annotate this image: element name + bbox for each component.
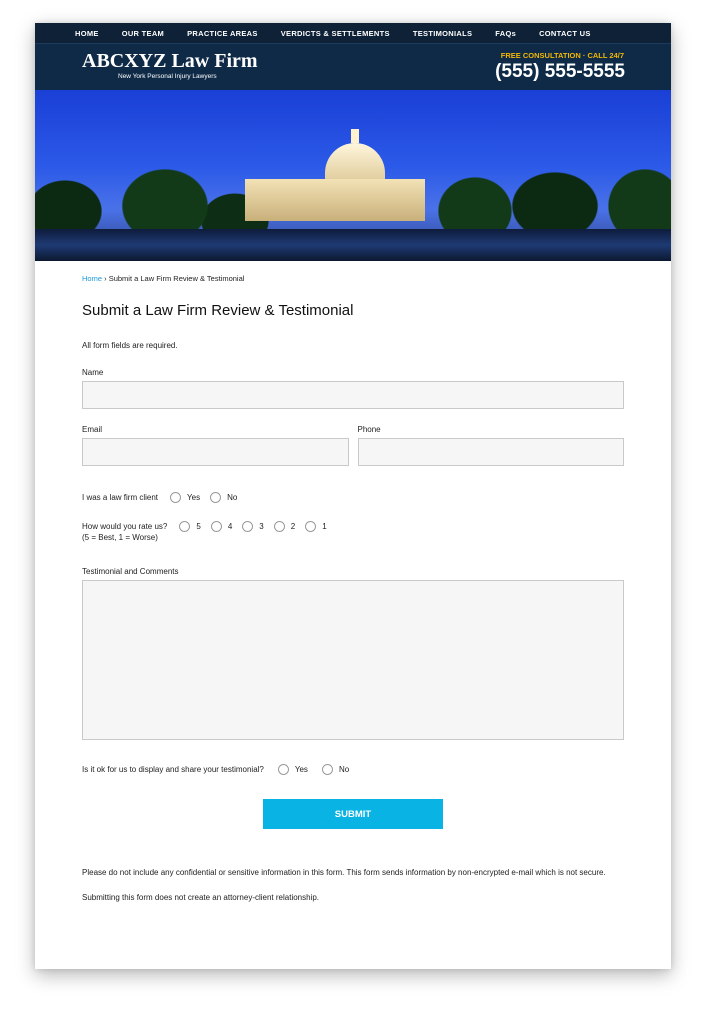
comments-textarea[interactable] bbox=[82, 580, 624, 740]
nav-home[interactable]: HOME bbox=[75, 29, 99, 38]
client-question-group: I was a law firm client Yes No bbox=[82, 492, 624, 503]
client-question-label: I was a law firm client bbox=[82, 493, 159, 502]
radio-icon[interactable] bbox=[305, 521, 317, 532]
share-yes-option[interactable]: Yes bbox=[277, 764, 308, 775]
rating-option-4[interactable]: 4 bbox=[210, 521, 233, 532]
nav-testimonials[interactable]: TESTIMONIALS bbox=[413, 29, 472, 38]
nav-contact-us[interactable]: CONTACT US bbox=[539, 29, 591, 38]
rating-hint: (5 = Best, 1 = Worse) bbox=[82, 533, 158, 542]
breadcrumb-home-link[interactable]: Home bbox=[82, 274, 102, 283]
nav-practice-areas[interactable]: PRACTICE AREAS bbox=[187, 29, 258, 38]
rating-question-group: How would you rate us? (5 = Best, 1 = Wo… bbox=[82, 521, 624, 543]
comments-label: Testimonial and Comments bbox=[82, 567, 179, 576]
share-question-group: Is it ok for us to display and share you… bbox=[82, 764, 624, 775]
nav-faqs[interactable]: FAQs bbox=[495, 29, 516, 38]
hero-capitol-statue bbox=[351, 129, 359, 143]
share-yes-label: Yes bbox=[294, 765, 308, 774]
rating-label-4: 4 bbox=[227, 522, 233, 531]
radio-icon[interactable] bbox=[179, 521, 191, 532]
radio-icon[interactable] bbox=[277, 764, 289, 775]
hero-capitol-dome bbox=[325, 143, 385, 179]
rating-label-5: 5 bbox=[196, 522, 201, 531]
phone-number[interactable]: (555) 555-5555 bbox=[495, 61, 625, 83]
rating-question-label: How would you rate us? bbox=[82, 522, 168, 531]
firm-tagline: New York Personal Injury Lawyers bbox=[118, 73, 217, 80]
rating-option-1[interactable]: 1 bbox=[305, 521, 327, 532]
disclaimer-relationship: Submitting this form does not create an … bbox=[82, 893, 320, 902]
disclaimer-confidential: Please do not include any confidential o… bbox=[82, 868, 606, 877]
required-note: All form fields are required. bbox=[82, 341, 178, 350]
rating-label-3: 3 bbox=[259, 522, 264, 531]
rating-question-text: How would you rate us? (5 = Best, 1 = Wo… bbox=[82, 521, 167, 543]
hero-image bbox=[35, 90, 671, 261]
nav-verdicts-settlements[interactable]: VERDICTS & SETTLEMENTS bbox=[281, 29, 390, 38]
rating-option-5[interactable]: 5 bbox=[179, 521, 201, 532]
radio-icon[interactable] bbox=[210, 492, 222, 503]
page-card: HOME OUR TEAM PRACTICE AREAS VERDICTS & … bbox=[35, 23, 671, 969]
name-field[interactable] bbox=[82, 381, 624, 409]
hero-reflecting-pool bbox=[35, 229, 671, 261]
firm-logo[interactable]: ABCXYZ Law Firm bbox=[82, 50, 258, 73]
main-content: Home › Submit a Law Firm Review & Testim… bbox=[35, 274, 671, 904]
nav-our-team[interactable]: OUR TEAM bbox=[122, 29, 164, 38]
rating-label-2: 2 bbox=[290, 522, 296, 531]
breadcrumb-separator: › bbox=[102, 274, 109, 283]
client-yes-label: Yes bbox=[187, 493, 201, 502]
share-question-label: Is it ok for us to display and share you… bbox=[82, 765, 264, 774]
radio-icon[interactable] bbox=[273, 521, 285, 532]
client-yes-option[interactable]: Yes bbox=[170, 492, 200, 503]
name-label: Name bbox=[82, 368, 104, 377]
email-field[interactable] bbox=[82, 438, 349, 466]
radio-icon[interactable] bbox=[321, 764, 333, 775]
rating-option-2[interactable]: 2 bbox=[273, 521, 296, 532]
phone-field[interactable] bbox=[357, 438, 624, 466]
share-no-option[interactable]: No bbox=[321, 764, 350, 775]
page-title: Submit a Law Firm Review & Testimonial bbox=[82, 302, 354, 319]
email-label: Email bbox=[82, 425, 103, 434]
client-no-label: No bbox=[227, 493, 238, 502]
top-navigation: HOME OUR TEAM PRACTICE AREAS VERDICTS & … bbox=[35, 23, 671, 43]
radio-icon[interactable] bbox=[210, 521, 222, 532]
hero-capitol-building bbox=[245, 179, 425, 221]
phone-label: Phone bbox=[357, 425, 381, 434]
breadcrumb: Home › Submit a Law Firm Review & Testim… bbox=[82, 274, 624, 283]
site-header: ABCXYZ Law Firm New York Personal Injury… bbox=[35, 43, 671, 90]
rating-label-1: 1 bbox=[322, 522, 327, 531]
share-no-label: No bbox=[338, 765, 350, 774]
rating-option-3[interactable]: 3 bbox=[242, 521, 264, 532]
radio-icon[interactable] bbox=[242, 521, 254, 532]
consultation-text: FREE CONSULTATION · CALL 24/7 bbox=[500, 51, 624, 60]
client-no-option[interactable]: No bbox=[210, 492, 237, 503]
radio-icon[interactable] bbox=[170, 492, 182, 503]
breadcrumb-current: Submit a Law Firm Review & Testimonial bbox=[108, 274, 245, 283]
submit-button[interactable]: SUBMIT bbox=[263, 799, 443, 829]
submit-row: SUBMIT bbox=[82, 799, 624, 829]
